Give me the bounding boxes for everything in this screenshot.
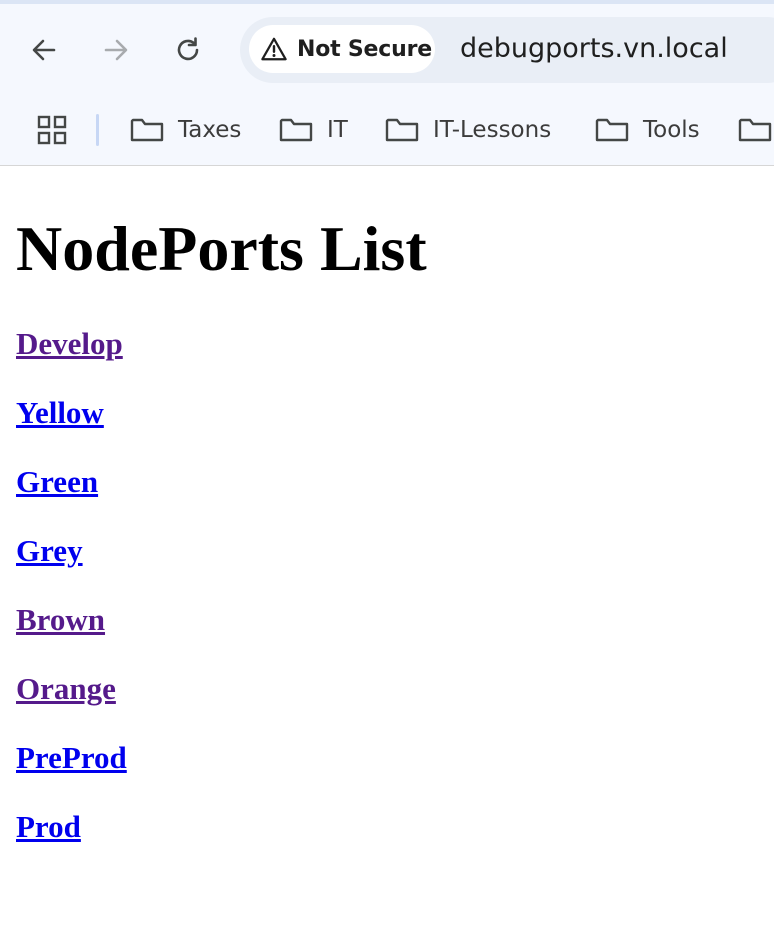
bookmark-folder-it[interactable]: IT (279, 114, 348, 146)
url-text[interactable]: debugports.vn.local (460, 33, 728, 64)
link-develop[interactable]: Develop (16, 326, 127, 395)
apps-grid-icon[interactable] (36, 114, 68, 146)
tab-strip-edge (0, 0, 774, 4)
bookmark-folder-taxes[interactable]: Taxes (130, 114, 241, 146)
link-brown[interactable]: Brown (16, 602, 127, 671)
forward-arrow-icon (104, 39, 128, 61)
environment-link-list: Develop Yellow Green Grey Brown Orange P… (16, 326, 127, 878)
folder-icon (385, 116, 419, 144)
link-green[interactable]: Green (16, 464, 127, 533)
link-yellow[interactable]: Yellow (16, 395, 127, 464)
bookmark-label: Tools (643, 117, 700, 143)
bookmarks-separator (96, 114, 99, 146)
folder-icon (279, 116, 313, 144)
bookmarks-bar: Taxes IT IT-Lessons Tools (0, 108, 774, 152)
bookmark-label: IT (327, 117, 348, 143)
back-button[interactable] (24, 30, 64, 70)
bookmark-folder-tools[interactable]: Tools (595, 114, 700, 146)
bookmark-label: Taxes (178, 117, 242, 143)
address-bar[interactable]: Not Secure debugports.vn.local (240, 17, 774, 83)
back-arrow-icon (32, 39, 56, 61)
bookmark-folder-overflow[interactable] (738, 114, 772, 146)
link-grey[interactable]: Grey (16, 533, 127, 602)
link-orange[interactable]: Orange (16, 671, 127, 740)
bookmark-folder-it-lessons[interactable]: IT-Lessons (385, 114, 551, 146)
link-preprod[interactable]: PreProd (16, 740, 127, 809)
page-title: NodePorts List (16, 213, 427, 284)
bookmark-label: IT-Lessons (433, 117, 552, 143)
security-chip[interactable]: Not Secure (249, 25, 435, 73)
folder-icon (595, 116, 629, 144)
reload-icon (177, 37, 199, 61)
folder-icon (738, 116, 772, 144)
link-prod[interactable]: Prod (16, 809, 127, 878)
forward-button[interactable] (96, 30, 136, 70)
security-label: Not Secure (297, 36, 432, 62)
reload-button[interactable] (168, 30, 208, 70)
browser-toolbar: Not Secure debugports.vn.local Taxes IT (0, 0, 774, 166)
folder-icon (130, 116, 164, 144)
warning-triangle-icon (261, 36, 287, 62)
